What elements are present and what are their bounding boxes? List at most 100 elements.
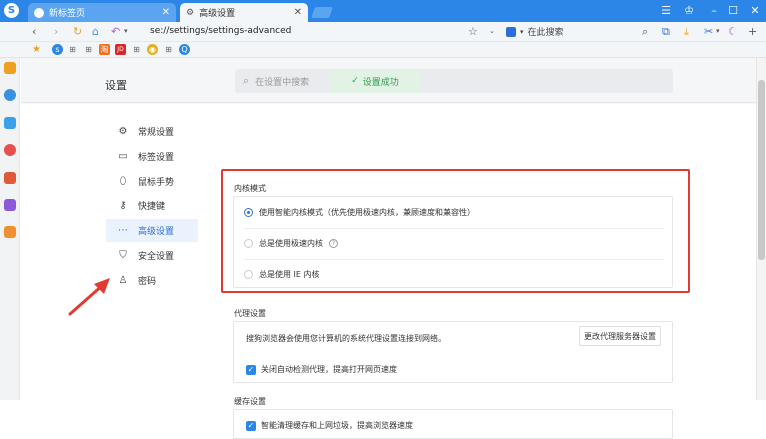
rail-cloud-icon[interactable]: [4, 117, 16, 129]
minimize-icon[interactable]: –: [707, 4, 721, 17]
more-icon: ⋯: [118, 225, 128, 236]
bookmark-bar: ★ s ⊞ ⊞ 淘 JD ⊞ ◉ ⊞ Q: [0, 42, 766, 58]
nav-label: 鼠标手势: [138, 178, 175, 188]
tab-label: 新标签页: [49, 9, 86, 19]
settings-page: 设置 ⌕ 在设置中搜索 ✓ 设置成功 ⚙ 常规设置 ▭ 标签设置 ⬯ 鼠标手势 …: [21, 58, 756, 439]
nav-label: 安全设置: [138, 252, 175, 262]
menu-icon[interactable]: ☰: [659, 4, 673, 17]
settings-search-input[interactable]: ⌕ 在设置中搜索: [235, 69, 673, 93]
rail-favorites-icon[interactable]: [4, 62, 16, 74]
settings-content: ⚙ 常规设置 ▭ 标签设置 ⬯ 鼠标手势 ⚷ 快捷键 ⋯ 高级设置 ⛉ 安全设置…: [21, 104, 756, 439]
highlight-box: [221, 169, 690, 293]
translate-icon[interactable]: ⧉: [662, 25, 670, 39]
bookmark-search-icon[interactable]: Q: [179, 44, 190, 55]
search-icon[interactable]: ⌕: [642, 25, 648, 39]
settings-search-placeholder: 在设置中搜索: [255, 77, 310, 88]
cache-panel: ✓ 智能清理缓存和上网垃圾，提高浏览器速度: [233, 409, 673, 439]
rail-weibo-icon[interactable]: [4, 144, 16, 156]
tools-chevron-icon[interactable]: ▾: [716, 27, 720, 35]
page-scrollbar[interactable]: [756, 58, 766, 400]
tab-new-tab[interactable]: 新标签页 ✕: [28, 3, 176, 22]
proxy-description: 搜狗浏览器会使用您计算机的系统代理设置连接到网络。: [246, 334, 446, 343]
star-icon[interactable]: ☆: [468, 25, 478, 38]
rail-search-icon[interactable]: [4, 226, 16, 238]
nav-general-settings[interactable]: ⚙ 常规设置: [106, 120, 198, 143]
forward-icon[interactable]: ›: [54, 25, 58, 38]
download-icon[interactable]: ⤓: [684, 25, 689, 39]
bookmark-grid-icon[interactable]: ⊞: [131, 44, 142, 55]
nav-label: 密码: [138, 277, 157, 287]
scrollbar-thumb[interactable]: [758, 80, 765, 260]
bookmark-taobao-icon[interactable]: 淘: [99, 44, 110, 55]
night-mode-icon[interactable]: ☾: [728, 25, 738, 38]
key-icon: ⚷: [119, 200, 127, 211]
search-engine-icon[interactable]: [506, 26, 516, 37]
close-window-icon[interactable]: ✕: [748, 4, 762, 17]
tab-label: 高级设置: [199, 9, 236, 19]
checkbox-checked-icon[interactable]: ✓: [246, 420, 256, 431]
new-tab-button[interactable]: [310, 7, 334, 18]
close-tab-icon[interactable]: ✕: [162, 7, 170, 18]
page-title: 设置: [105, 79, 127, 92]
nav-label: 高级设置: [138, 227, 175, 237]
proxy-panel: 搜狗浏览器会使用您计算机的系统代理设置连接到网络。 更改代理服务器设置 ✓ 关闭…: [233, 321, 673, 383]
nav-shortcuts[interactable]: ⚷ 快捷键: [106, 194, 198, 217]
address-bar: ‹ › ↻ ⌂ ↶ ▾ se://settings/settings-advan…: [0, 22, 766, 42]
bookmark-chrome-icon[interactable]: ◉: [147, 44, 158, 55]
checkbox-checked-icon[interactable]: ✓: [246, 364, 256, 375]
rail-pdf-icon[interactable]: [4, 172, 16, 184]
url-field[interactable]: se://settings/settings-advanced: [150, 26, 291, 36]
favorites-star-icon[interactable]: ★: [31, 44, 42, 55]
search-input[interactable]: 在此搜索: [528, 25, 564, 38]
search-box[interactable]: ▾ 在此搜索: [506, 24, 656, 39]
add-icon[interactable]: +: [748, 25, 757, 38]
undo-menu-chevron-icon[interactable]: ▾: [124, 27, 128, 35]
gear-icon: ⚙: [118, 126, 128, 137]
back-icon[interactable]: ‹: [32, 25, 36, 38]
success-toast: ✓ 设置成功: [329, 69, 421, 93]
browser-logo-icon[interactable]: S: [4, 3, 19, 18]
nav-label: 常规设置: [138, 128, 175, 138]
search-icon: ⌕: [243, 74, 250, 87]
checkbox-label: 智能清理缓存和上网垃圾，提高浏览器速度: [261, 421, 413, 430]
home-icon[interactable]: ⌂: [92, 25, 99, 38]
bookmark-grid-icon[interactable]: ⊞: [83, 44, 94, 55]
side-app-rail: [0, 58, 20, 400]
cache-smart-clean-checkbox[interactable]: ✓ 智能清理缓存和上网垃圾，提高浏览器速度: [246, 420, 413, 431]
bookmark-jd-icon[interactable]: JD: [115, 44, 126, 55]
highlight-arrow-icon: [68, 278, 110, 316]
bookmark-sogou-icon[interactable]: s: [52, 44, 63, 55]
toast-text: 设置成功: [362, 77, 399, 88]
checkbox-label: 关闭自动检测代理，提高打开网页速度: [261, 365, 397, 374]
bookmark-grid-icon[interactable]: ⊞: [67, 44, 78, 55]
gear-icon: ⚙: [186, 7, 195, 18]
skin-icon[interactable]: ♔: [682, 4, 696, 17]
check-circle-icon: ✓: [351, 76, 359, 86]
close-tab-icon[interactable]: ✕: [294, 7, 302, 18]
settings-header: 设置 ⌕ 在设置中搜索 ✓ 设置成功: [21, 58, 756, 103]
bookmark-grid-icon[interactable]: ⊞: [163, 44, 174, 55]
nav-security-settings[interactable]: ⛉ 安全设置: [106, 244, 198, 267]
user-icon: ♙: [118, 275, 128, 286]
nav-advanced-settings[interactable]: ⋯ 高级设置: [106, 219, 198, 242]
maximize-icon[interactable]: ☐: [726, 4, 740, 17]
nav-tab-settings[interactable]: ▭ 标签设置: [106, 145, 198, 168]
proxy-auto-detect-checkbox[interactable]: ✓ 关闭自动检测代理，提高打开网页速度: [246, 364, 397, 375]
nav-mouse-gestures[interactable]: ⬯ 鼠标手势: [106, 170, 198, 193]
tab-advanced-settings[interactable]: ⚙ 高级设置 ✕: [180, 3, 308, 22]
nav-label: 快捷键: [138, 202, 166, 212]
url-dropdown-chevron-icon[interactable]: ⌄: [489, 27, 495, 35]
search-engine-chevron-icon[interactable]: ▾: [520, 28, 524, 36]
nav-passwords[interactable]: ♙ 密码: [106, 269, 198, 292]
mouse-icon: ⬯: [119, 176, 127, 187]
rail-history-icon[interactable]: [4, 89, 16, 101]
rail-edit-icon[interactable]: [4, 199, 16, 211]
tools-icon[interactable]: ✂: [704, 25, 713, 38]
tab-icon: ▭: [118, 151, 128, 162]
undo-icon[interactable]: ↶: [111, 25, 120, 38]
cache-section-title: 缓存设置: [234, 397, 266, 406]
refresh-icon[interactable]: ↻: [73, 25, 82, 38]
nav-label: 标签设置: [138, 153, 175, 163]
tab-bar: S 新标签页 ✕ ⚙ 高级设置 ✕ ☰ ♔ – ☐ ✕: [0, 0, 766, 22]
change-proxy-button[interactable]: 更改代理服务器设置: [579, 326, 661, 346]
